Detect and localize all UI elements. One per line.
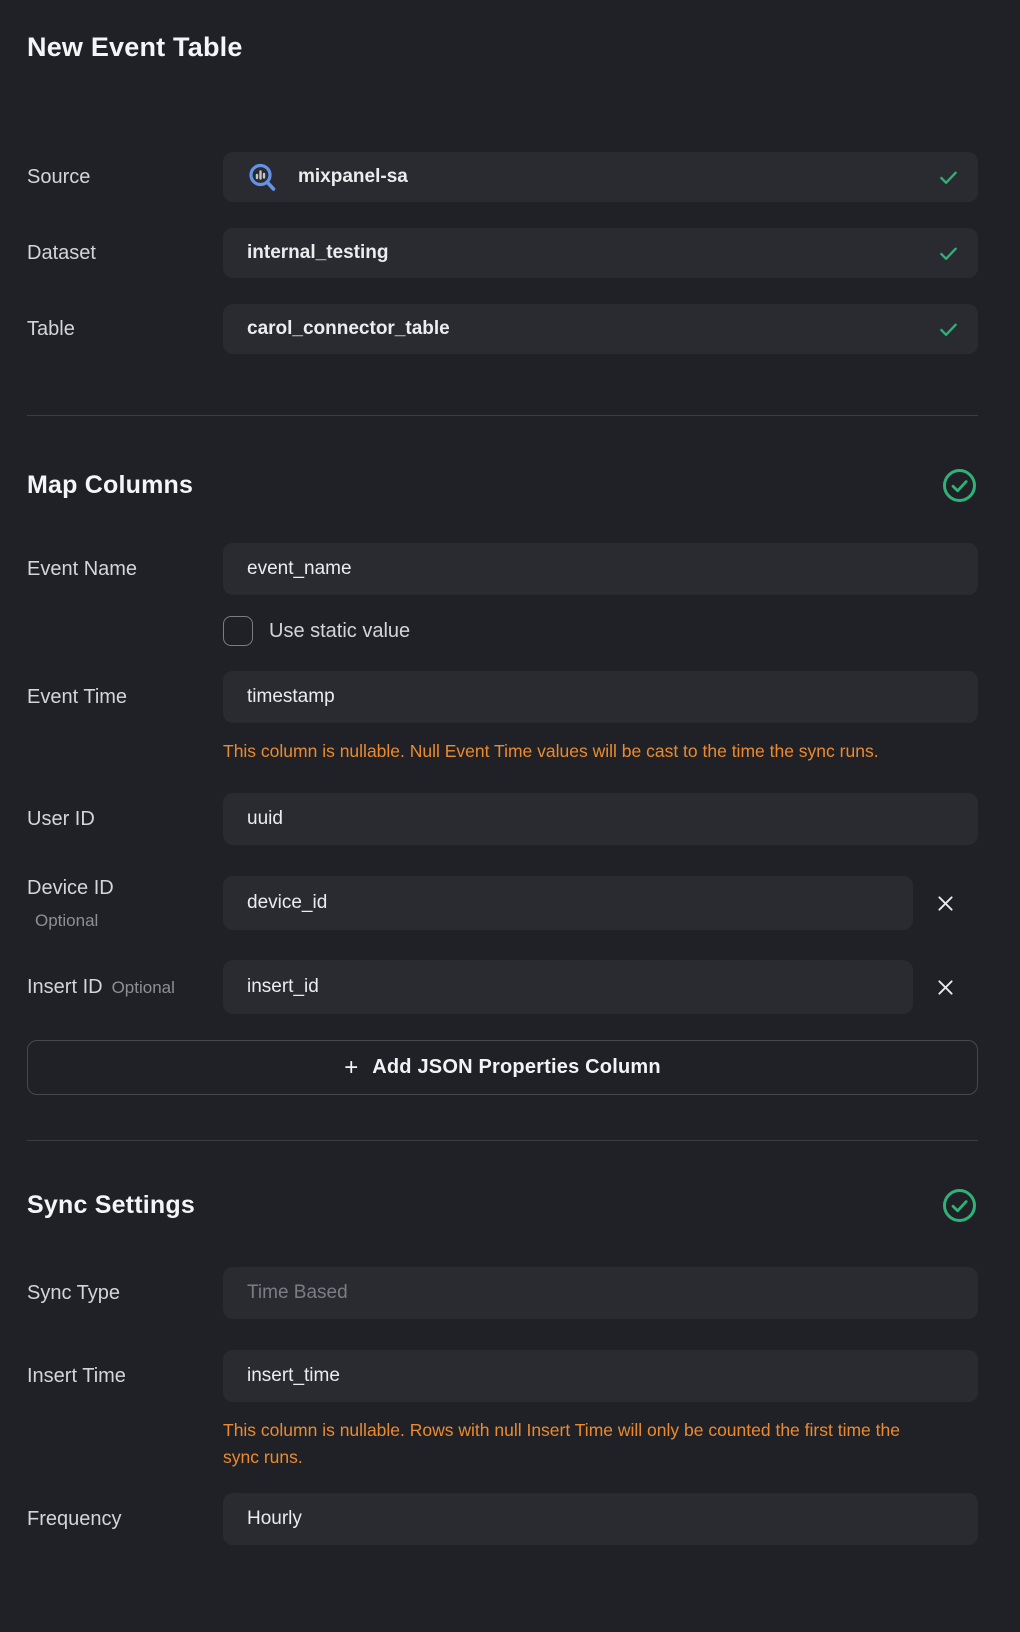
sync-settings-title: Sync Settings — [27, 1191, 195, 1220]
section-divider — [27, 415, 978, 416]
static-value-row: Use static value — [223, 616, 978, 646]
dataset-select[interactable]: internal_testing — [223, 228, 978, 278]
sync-type-value: Time Based — [247, 1282, 348, 1304]
frequency-value: Hourly — [247, 1508, 302, 1530]
table-label: Table — [27, 318, 223, 341]
event-name-row: Event Name event_name — [27, 543, 978, 595]
add-json-properties-column-label: Add JSON Properties Column — [372, 1056, 661, 1079]
dataset-label: Dataset — [27, 242, 223, 265]
user-id-label: User ID — [27, 808, 223, 831]
event-time-select[interactable]: timestamp — [223, 671, 978, 723]
source-label: Source — [27, 166, 223, 189]
add-json-properties-column-button[interactable]: + Add JSON Properties Column — [27, 1040, 978, 1095]
user-id-value: uuid — [247, 808, 283, 830]
source-row: Source mixpanel-sa — [27, 152, 978, 202]
mixpanel-source-icon — [247, 162, 278, 193]
section-divider — [27, 1140, 978, 1141]
insert-id-select[interactable]: insert_id — [223, 960, 913, 1014]
sync-settings-header: Sync Settings — [27, 1187, 978, 1224]
insert-id-label: Insert ID — [27, 976, 103, 999]
event-name-value: event_name — [247, 558, 352, 580]
use-static-value-label: Use static value — [269, 620, 410, 643]
frequency-select[interactable]: Hourly — [223, 1493, 978, 1545]
page-title: New Event Table — [27, 0, 978, 63]
device-id-select[interactable]: device_id — [223, 876, 913, 930]
valid-check-icon — [937, 318, 960, 341]
device-id-value: device_id — [247, 892, 327, 914]
insert-id-row: Insert ID Optional insert_id — [27, 960, 978, 1014]
map-columns-header: Map Columns — [27, 467, 978, 504]
frequency-label: Frequency — [27, 1508, 223, 1531]
section-complete-icon — [941, 467, 978, 504]
event-time-label: Event Time — [27, 686, 223, 709]
dataset-row: Dataset internal_testing — [27, 228, 978, 278]
insert-id-label-group: Insert ID Optional — [27, 976, 223, 999]
insert-time-select[interactable]: insert_time — [223, 1350, 978, 1402]
device-id-label: Device ID — [27, 877, 213, 900]
event-name-select[interactable]: event_name — [223, 543, 978, 595]
device-id-label-group: Device ID Optional — [27, 875, 223, 931]
frequency-row: Frequency Hourly — [27, 1493, 978, 1545]
event-time-value: timestamp — [247, 686, 335, 708]
device-id-optional-tag: Optional — [35, 911, 213, 931]
insert-time-warning: This column is nullable. Rows with null … — [223, 1417, 933, 1471]
insert-time-label: Insert Time — [27, 1365, 223, 1388]
event-time-row: Event Time timestamp — [27, 671, 978, 723]
insert-id-remove-button[interactable] — [931, 972, 961, 1002]
insert-time-row: Insert Time insert_time — [27, 1350, 978, 1402]
table-value: carol_connector_table — [247, 318, 450, 340]
insert-id-optional-tag: Optional — [112, 978, 175, 998]
dataset-value: internal_testing — [247, 242, 388, 264]
valid-check-icon — [937, 166, 960, 189]
source-select[interactable]: mixpanel-sa — [223, 152, 978, 202]
table-select[interactable]: carol_connector_table — [223, 304, 978, 354]
device-id-remove-button[interactable] — [931, 888, 961, 918]
sync-type-label: Sync Type — [27, 1282, 223, 1305]
user-id-select[interactable]: uuid — [223, 793, 978, 845]
sync-type-select-disabled: Time Based — [223, 1267, 978, 1319]
insert-id-value: insert_id — [247, 976, 319, 998]
valid-check-icon — [937, 242, 960, 265]
source-value: mixpanel-sa — [298, 166, 408, 188]
user-id-row: User ID uuid — [27, 793, 978, 845]
use-static-value-checkbox[interactable] — [223, 616, 253, 646]
event-name-label: Event Name — [27, 558, 223, 581]
insert-time-value: insert_time — [247, 1365, 340, 1387]
map-columns-title: Map Columns — [27, 471, 193, 500]
sync-type-row: Sync Type Time Based — [27, 1267, 978, 1319]
plus-icon: + — [344, 1056, 358, 1080]
event-time-warning: This column is nullable. Null Event Time… — [223, 738, 933, 765]
table-row: Table carol_connector_table — [27, 304, 978, 354]
new-event-table-form: New Event Table Source mixpanel-sa Datas… — [0, 0, 1020, 1632]
device-id-row: Device ID Optional device_id — [27, 875, 978, 931]
section-complete-icon — [941, 1187, 978, 1224]
